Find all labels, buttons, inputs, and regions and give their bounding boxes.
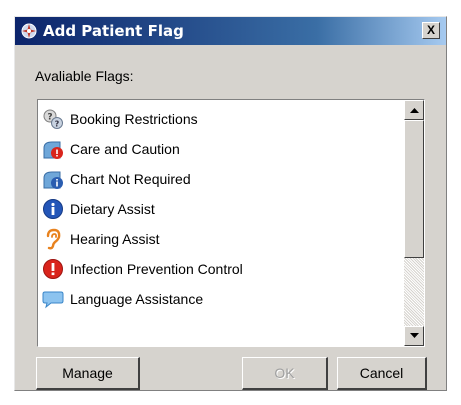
flag-label: Chart Not Required bbox=[70, 171, 191, 187]
list-item-hearing-assist[interactable]: Hearing Assist bbox=[42, 224, 392, 254]
flag-label: Care and Caution bbox=[70, 141, 180, 157]
list-item-dietary-assist[interactable]: Dietary Assist bbox=[42, 194, 392, 224]
flag-label: Booking Restrictions bbox=[70, 111, 198, 127]
ear-icon bbox=[46, 228, 61, 250]
add-patient-flag-dialog: Add Patient Flag X Avaliable Flags: ? ? … bbox=[14, 16, 447, 391]
list-item-language-assistance[interactable]: Language Assistance bbox=[42, 284, 392, 314]
ok-button[interactable]: OK bbox=[242, 357, 328, 390]
list-scrollbar[interactable] bbox=[404, 100, 424, 346]
close-button[interactable]: X bbox=[422, 22, 440, 39]
available-flags-list[interactable]: ? ? Booking Restrictions Care and Cautio… bbox=[37, 99, 425, 347]
alert-icon bbox=[43, 259, 63, 279]
flag-label: Dietary Assist bbox=[70, 201, 155, 217]
arrow-up-icon bbox=[410, 108, 419, 113]
flag-label: Hearing Assist bbox=[70, 231, 160, 247]
svg-text:?: ? bbox=[55, 120, 60, 129]
scroll-down-button[interactable] bbox=[404, 326, 424, 346]
manage-button[interactable]: Manage bbox=[36, 357, 140, 390]
care-caution-icon bbox=[43, 141, 63, 159]
scroll-thumb[interactable] bbox=[404, 120, 424, 258]
list-item-care-and-caution[interactable]: Care and Caution bbox=[42, 134, 392, 164]
info-icon bbox=[43, 199, 63, 219]
scroll-up-button[interactable] bbox=[404, 100, 424, 120]
list-item-infection-prevention-control[interactable]: Infection Prevention Control bbox=[42, 254, 392, 284]
chart-not-required-icon bbox=[43, 171, 63, 189]
cancel-button[interactable]: Cancel bbox=[337, 357, 427, 390]
app-globe-icon bbox=[21, 23, 37, 39]
speech-bubble-icon bbox=[42, 291, 64, 309]
flag-label: Infection Prevention Control bbox=[70, 261, 243, 277]
list-item-chart-not-required[interactable]: Chart Not Required bbox=[42, 164, 392, 194]
dialog-title: Add Patient Flag bbox=[43, 22, 184, 40]
flag-label: Language Assistance bbox=[70, 291, 204, 307]
available-flags-label: Avaliable Flags: bbox=[35, 68, 134, 84]
list-item-booking-restrictions[interactable]: ? ? Booking Restrictions bbox=[42, 104, 392, 134]
booking-restrictions-icon: ? ? bbox=[43, 109, 63, 129]
title-bar[interactable]: Add Patient Flag X bbox=[15, 17, 446, 45]
arrow-down-icon bbox=[410, 333, 419, 338]
